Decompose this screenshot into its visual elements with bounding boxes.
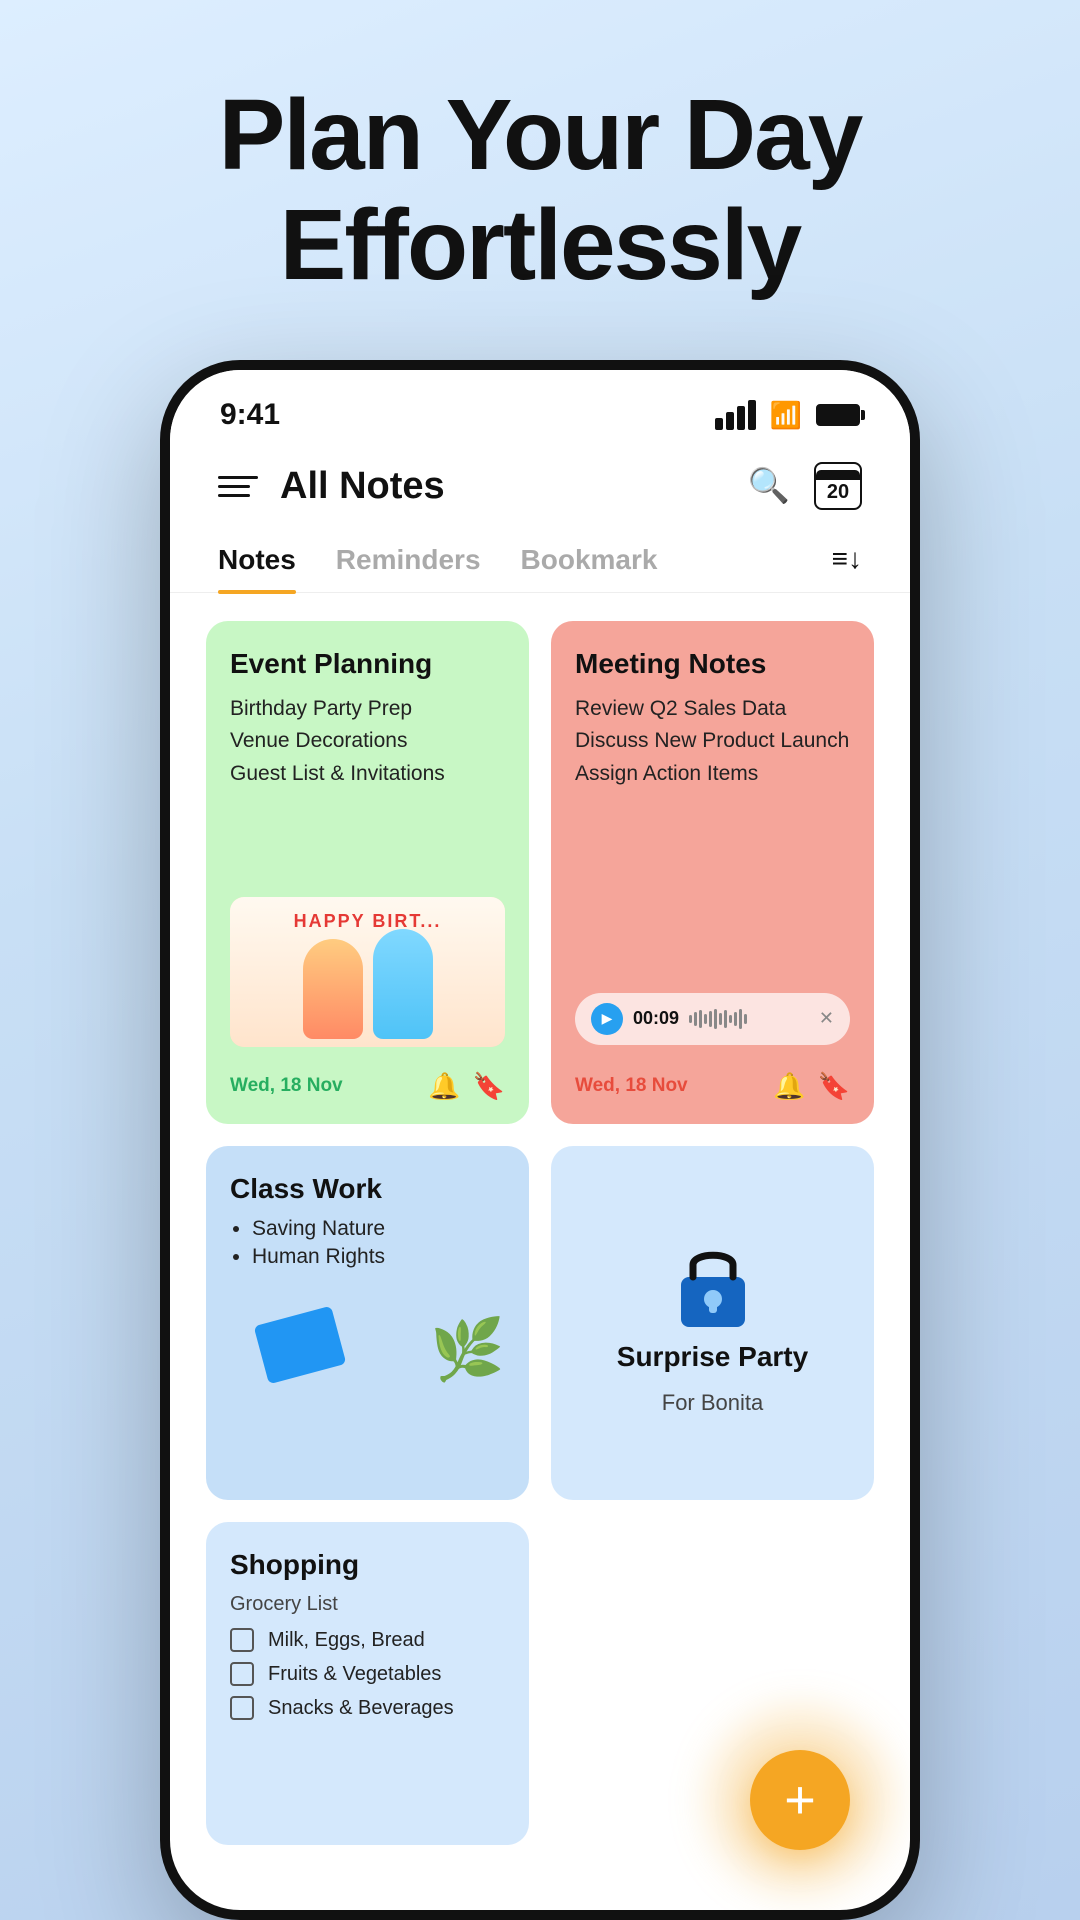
note-bullet-list: Saving Nature Human Rights [230, 1217, 505, 1273]
audio-player[interactable]: ▶ 00:09 ✕ [575, 993, 850, 1045]
person-figure-2 [373, 929, 433, 1039]
note-title: Class Work [230, 1172, 505, 1206]
note-card-meeting-notes[interactable]: Meeting Notes Review Q2 Sales DataDiscus… [551, 621, 874, 1124]
filter-icon[interactable]: ≡↓ [832, 543, 862, 575]
note-card-class-work[interactable]: Class Work Saving Nature Human Rights 🌿 [206, 1146, 529, 1500]
note-card-event-planning[interactable]: Event Planning Birthday Party PrepVenue … [206, 621, 529, 1124]
tab-notes[interactable]: Notes [218, 526, 296, 592]
alarm-icon[interactable]: 🔔 [773, 1071, 805, 1102]
audio-waveform [689, 1009, 809, 1029]
party-banner-text: HAPPY BIRT... [230, 911, 505, 932]
tab-reminders[interactable]: Reminders [336, 526, 481, 592]
checkbox-item-1[interactable]: Milk, Eggs, Bread [230, 1628, 505, 1652]
note-body: Birthday Party PrepVenue DecorationsGues… [230, 693, 505, 883]
party-people [303, 929, 433, 1047]
calendar-top [816, 470, 860, 480]
note-footer: Wed, 18 Nov 🔔 🔖 [230, 1071, 505, 1102]
tab-bookmark[interactable]: Bookmark [521, 526, 658, 592]
phone-frame: 9:41 📶 All Notes 🔍 20 Notes Reminders [160, 360, 920, 1920]
bullet-item: Saving Nature [252, 1217, 505, 1241]
status-time: 9:41 [220, 398, 280, 432]
bookmark-icon[interactable]: 🔖 [473, 1071, 505, 1102]
play-button[interactable]: ▶ [591, 1003, 623, 1035]
tab-bar: Notes Reminders Bookmark ≡↓ [170, 526, 910, 593]
shopping-subtitle: Grocery List [230, 1593, 505, 1616]
bookmark-icon[interactable]: 🔖 [818, 1071, 850, 1102]
leaf-decoration: 🌿 [430, 1314, 505, 1385]
audio-close-icon[interactable]: ✕ [819, 1008, 834, 1029]
note-actions: 🔔 🔖 [773, 1071, 850, 1102]
hero-title: Plan Your DayEffortlessly [219, 80, 862, 300]
battery-icon [816, 404, 860, 426]
note-date: Wed, 18 Nov [230, 1075, 343, 1097]
note-title: Surprise Party [617, 1340, 808, 1374]
note-body: Review Q2 Sales DataDiscuss New Product … [575, 693, 850, 981]
status-bar: 9:41 📶 [170, 370, 910, 442]
event-planning-image: HAPPY BIRT... [230, 897, 505, 1047]
add-icon: + [784, 1769, 816, 1831]
header-left: All Notes [218, 465, 445, 508]
checkbox[interactable] [230, 1696, 254, 1720]
search-icon[interactable]: 🔍 [748, 466, 790, 506]
calendar-date: 20 [827, 482, 849, 502]
header-right: 🔍 20 [748, 462, 862, 510]
calendar-button[interactable]: 20 [814, 462, 862, 510]
alarm-icon[interactable]: 🔔 [428, 1071, 460, 1102]
note-title: Event Planning [230, 647, 505, 681]
classwork-image: 🌿 [230, 1285, 505, 1385]
status-icons: 📶 [715, 400, 860, 431]
bullet-item: Human Rights [252, 1245, 505, 1269]
checkbox-label: Snacks & Beverages [268, 1697, 454, 1720]
notebook-decoration [254, 1306, 347, 1385]
checkbox-label: Fruits & Vegetables [268, 1663, 441, 1686]
app-header: All Notes 🔍 20 [170, 442, 910, 526]
note-card-shopping[interactable]: Shopping Grocery List Milk, Eggs, Bread … [206, 1522, 529, 1845]
note-title: Meeting Notes [575, 647, 850, 681]
note-footer: Wed, 18 Nov 🔔 🔖 [575, 1071, 850, 1102]
add-note-button[interactable]: + [750, 1750, 850, 1850]
menu-button[interactable] [218, 476, 258, 497]
note-date: Wed, 18 Nov [575, 1075, 688, 1097]
person-figure-1 [303, 939, 363, 1039]
checkbox-item-3[interactable]: Snacks & Beverages [230, 1696, 505, 1720]
signal-icon [715, 400, 756, 430]
audio-time: 00:09 [633, 1008, 679, 1029]
checkbox[interactable] [230, 1628, 254, 1652]
lock-icon [673, 1244, 753, 1324]
app-title: All Notes [280, 465, 445, 508]
note-subtitle: For Bonita [662, 1390, 764, 1416]
checkbox-item-2[interactable]: Fruits & Vegetables [230, 1662, 505, 1686]
wifi-icon: 📶 [770, 400, 802, 431]
note-title: Shopping [230, 1548, 505, 1582]
checkbox-label: Milk, Eggs, Bread [268, 1629, 425, 1652]
notes-grid: Event Planning Birthday Party PrepVenue … [170, 593, 910, 1873]
note-actions: 🔔 🔖 [428, 1071, 505, 1102]
note-card-surprise-party[interactable]: Surprise Party For Bonita [551, 1146, 874, 1500]
checkbox[interactable] [230, 1662, 254, 1686]
